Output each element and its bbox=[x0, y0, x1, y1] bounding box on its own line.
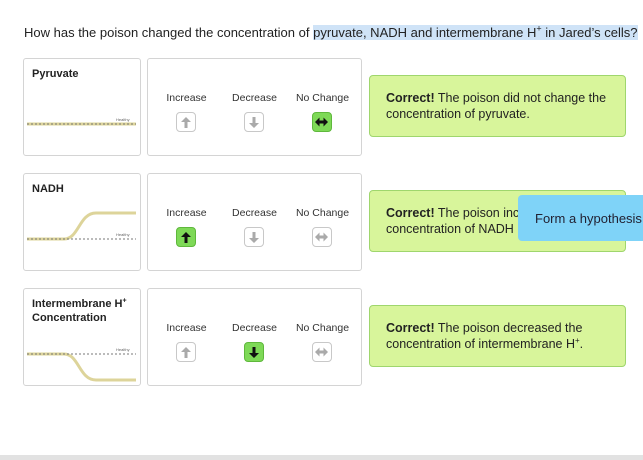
choice-decrease: Decrease bbox=[219, 174, 290, 270]
graph-card-nadh: NADH Healthy bbox=[23, 173, 141, 271]
decrease-button[interactable] bbox=[243, 227, 264, 247]
footer-divider bbox=[0, 455, 643, 460]
question-highlight: pyruvate, NADH and intermembrane H+ in J… bbox=[313, 24, 638, 40]
graph-card-pyruvate: Pyruvate Healthy bbox=[23, 58, 141, 156]
choice-label: Decrease bbox=[232, 322, 277, 334]
healthy-label: Healthy bbox=[116, 232, 130, 237]
choice-no-change: No Change bbox=[287, 289, 358, 385]
nadh-graph: Healthy bbox=[27, 211, 136, 241]
feedback-status: Correct! bbox=[386, 91, 435, 105]
question-text: How has the poison changed the concentra… bbox=[24, 24, 638, 42]
increase-button[interactable] bbox=[175, 227, 196, 247]
question-highlight-text: pyruvate, NADH and intermembrane H bbox=[313, 25, 537, 40]
healthy-label: Healthy bbox=[116, 347, 130, 352]
choice-label: No Change bbox=[295, 92, 350, 104]
choice-label: Decrease bbox=[232, 92, 277, 104]
arrow-down-icon bbox=[248, 231, 259, 243]
feedback-pyruvate: Correct! The poison did not change the c… bbox=[369, 75, 626, 137]
arrow-left-right-icon bbox=[315, 232, 328, 242]
choice-increase: Increase bbox=[151, 289, 222, 385]
feedback-status: Correct! bbox=[386, 321, 435, 335]
question-prefix: How has the poison changed the concentra… bbox=[24, 25, 314, 40]
choice-label: Increase bbox=[166, 322, 207, 334]
feedback-intermembrane-h: Correct! The poison decreased the concen… bbox=[369, 305, 626, 367]
choice-card-intermembrane-h: Increase Decrease No Change bbox=[147, 288, 362, 386]
choice-decrease: Decrease bbox=[219, 289, 290, 385]
choice-no-change: No Change bbox=[287, 59, 358, 155]
choice-label: Increase bbox=[166, 207, 207, 219]
graph-card-intermembrane-h: Intermembrane H+ Concentration Healthy bbox=[23, 288, 141, 386]
feedback-end: . bbox=[579, 337, 584, 351]
hypothesis-tooltip[interactable]: Form a hypothesis. bbox=[518, 195, 643, 241]
choice-no-change: No Change bbox=[287, 174, 358, 270]
arrow-up-icon bbox=[180, 116, 191, 128]
feedback-text: The poison inc bbox=[434, 206, 520, 220]
increase-button[interactable] bbox=[175, 112, 196, 132]
increase-button[interactable] bbox=[175, 342, 196, 362]
choice-increase: Increase bbox=[151, 174, 222, 270]
choice-label: Decrease bbox=[232, 207, 277, 219]
feedback-text-line2: concentration of NADH bbox=[386, 222, 514, 236]
arrow-left-right-icon bbox=[315, 347, 328, 357]
arrow-up-icon bbox=[180, 231, 191, 243]
pyruvate-graph: Healthy bbox=[27, 117, 136, 126]
arrow-down-icon bbox=[248, 346, 259, 358]
arrow-left-right-icon bbox=[315, 117, 328, 127]
choice-card-nadh: Increase Decrease No Change bbox=[147, 173, 362, 271]
no-change-button[interactable] bbox=[311, 227, 332, 247]
question-highlight-end: in Jared’s cells? bbox=[541, 25, 638, 40]
choice-label: Increase bbox=[166, 92, 207, 104]
intermembrane-h-graph: Healthy bbox=[27, 347, 136, 382]
tooltip-text: Form a hypothesis. bbox=[535, 210, 643, 226]
arrow-up-icon bbox=[180, 346, 191, 358]
choice-increase: Increase bbox=[151, 59, 222, 155]
choice-card-pyruvate: Increase Decrease No Change bbox=[147, 58, 362, 156]
choice-decrease: Decrease bbox=[219, 59, 290, 155]
healthy-label: Healthy bbox=[116, 117, 130, 122]
decrease-button[interactable] bbox=[243, 112, 264, 132]
no-change-button[interactable] bbox=[311, 342, 332, 362]
no-change-button[interactable] bbox=[311, 112, 332, 132]
choice-label: No Change bbox=[295, 207, 350, 219]
poison-curve bbox=[27, 352, 136, 382]
feedback-status: Correct! bbox=[386, 206, 435, 220]
decrease-button[interactable] bbox=[243, 342, 264, 362]
arrow-down-icon bbox=[248, 116, 259, 128]
choice-label: No Change bbox=[295, 322, 350, 334]
